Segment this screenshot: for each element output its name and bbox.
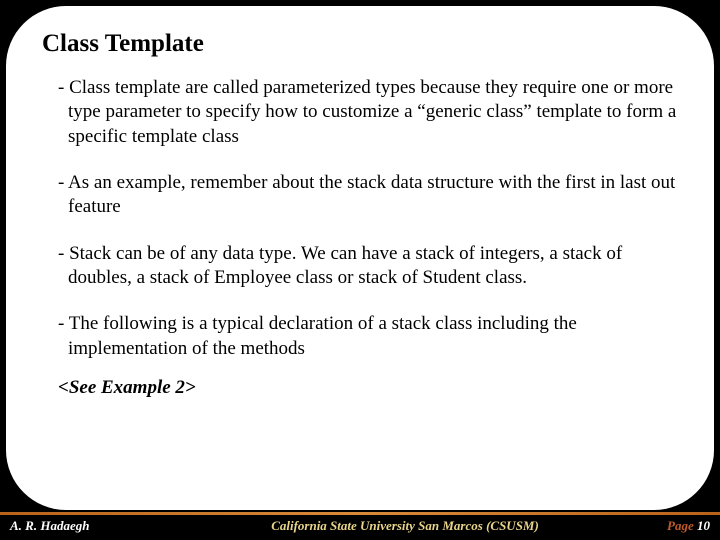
bullet-item: - The following is a typical declaration… xyxy=(42,312,678,361)
see-example-note: <See Example 2> xyxy=(42,377,678,399)
footer-page: Page 10 xyxy=(630,518,720,534)
bullet-text: - As an example, remember about the stac… xyxy=(42,171,678,220)
bullet-text: - Stack can be of any data type. We can … xyxy=(42,242,678,291)
bullet-text: - Class template are called parameterize… xyxy=(42,76,678,149)
footer-affiliation: California State University San Marcos (… xyxy=(180,518,630,534)
page-number: 10 xyxy=(697,518,710,533)
bullet-item: - Stack can be of any data type. We can … xyxy=(42,242,678,291)
slide-title: Class Template xyxy=(42,30,678,58)
bullet-item: - Class template are called parameterize… xyxy=(42,76,678,149)
slide-footer: A. R. Hadaegh California State Universit… xyxy=(0,512,720,540)
page-label: Page xyxy=(667,518,694,533)
slide-card: Class Template - Class template are call… xyxy=(6,6,714,510)
bullet-item: - As an example, remember about the stac… xyxy=(42,171,678,220)
footer-divider xyxy=(0,512,720,515)
footer-author: A. R. Hadaegh xyxy=(0,518,180,534)
bullet-text: - The following is a typical declaration… xyxy=(42,312,678,361)
